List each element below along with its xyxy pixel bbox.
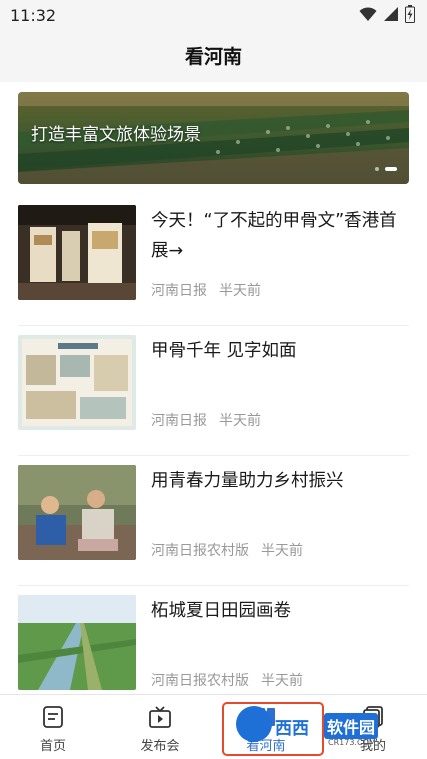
news-title: 今天！“了不起的甲骨文”香港首展→	[151, 211, 397, 261]
battery-icon	[405, 5, 415, 23]
news-title: 用青春力量助力乡村振兴	[151, 471, 344, 491]
status-bar: 11:32	[0, 0, 427, 30]
carousel-dot-active	[385, 167, 397, 171]
news-item[interactable]: 用青春力量助力乡村振兴 河南日报农村版 半天前	[18, 456, 409, 586]
carousel-indicator	[375, 167, 397, 171]
news-item[interactable]: 今天！“了不起的甲骨文”香港首展→ 河南日报 半天前	[18, 196, 409, 326]
news-title: 柘城夏日田园画卷	[151, 601, 291, 621]
document-icon	[43, 706, 63, 728]
banner-caption: 打造丰富文旅体验场景	[31, 125, 201, 145]
watermark-logo-icon	[236, 706, 272, 742]
wifi-icon	[359, 7, 377, 21]
news-thumbnail	[18, 595, 136, 690]
news-thumbnail	[18, 465, 136, 560]
status-time: 11:32	[10, 6, 57, 25]
news-source: 河南日报	[151, 283, 207, 299]
news-title: 甲骨千年 见字如面	[151, 341, 297, 361]
news-source: 河南日报农村版	[151, 673, 249, 689]
status-icons	[359, 5, 415, 23]
watermark-product: 软件园	[324, 713, 379, 739]
signal-icon	[384, 7, 398, 21]
news-meta: 河南日报农村版 半天前	[151, 670, 303, 690]
tab-label: 首页	[39, 739, 66, 754]
tab-label: 发布会	[140, 739, 180, 754]
news-thumbnail	[18, 335, 136, 430]
news-item[interactable]: 甲骨千年 见字如面 河南日报 半天前	[18, 326, 409, 456]
news-time: 半天前	[261, 543, 303, 559]
banner-carousel[interactable]: 打造丰富文旅体验场景	[18, 92, 409, 184]
tab-home[interactable]: 首页	[0, 695, 106, 759]
carousel-dot	[375, 167, 379, 171]
news-meta: 河南日报 半天前	[151, 410, 261, 430]
news-time: 半天前	[261, 673, 303, 689]
news-list: 今天！“了不起的甲骨文”香港首展→ 河南日报 半天前 甲骨千年 见字如面 河南日报…	[18, 196, 409, 716]
news-source: 河南日报农村版	[151, 543, 249, 559]
news-thumbnail	[18, 205, 136, 300]
watermark-domain: CR173.COM	[328, 738, 376, 747]
tv-icon	[149, 706, 171, 728]
news-time: 半天前	[219, 283, 261, 299]
news-meta: 河南日报 半天前	[151, 280, 261, 300]
watermark-brand: 西西	[275, 719, 309, 739]
news-time: 半天前	[219, 413, 261, 429]
news-source: 河南日报	[151, 413, 207, 429]
news-meta: 河南日报农村版 半天前	[151, 540, 303, 560]
app-header: 看河南	[0, 30, 427, 82]
page-title: 看河南	[184, 46, 242, 68]
tab-press-conference[interactable]: 发布会	[107, 695, 213, 759]
